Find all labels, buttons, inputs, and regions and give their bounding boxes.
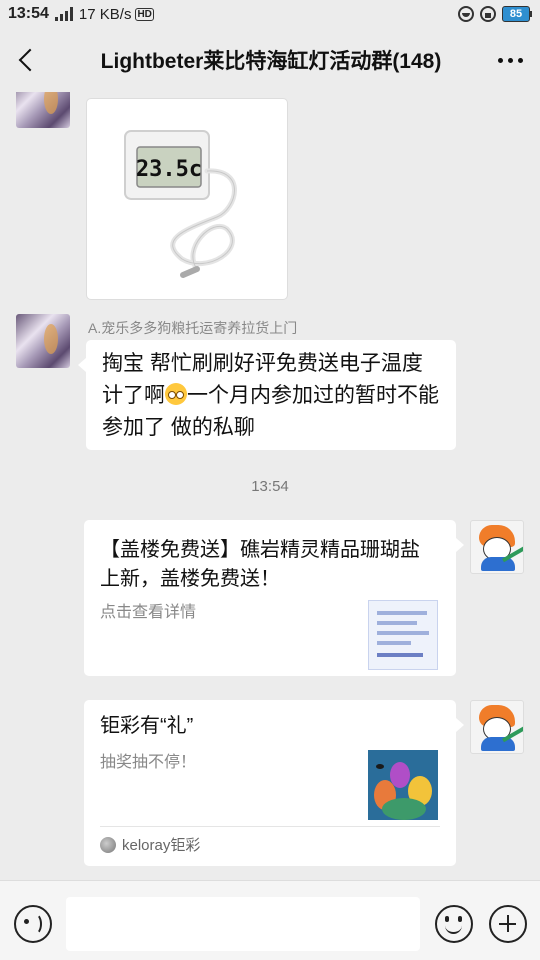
card-title: 【盖楼免费送】礁岩精灵精品珊瑚盐上新，盖楼免费送！ bbox=[100, 539, 420, 590]
message-text: 掏宝 帮忙刷刷好评免费送电子温度计了啊 一个月内参加过的暂时不能参加了 做的私聊 bbox=[102, 348, 440, 444]
flushed-face-emoji-icon bbox=[165, 383, 187, 405]
link-card[interactable]: 钜彩有“礼” 抽奖抽不停！ keloray钜彩 bbox=[84, 700, 464, 866]
input-bar bbox=[0, 880, 540, 960]
battery-icon: 85 bbox=[502, 6, 532, 22]
sender-name: A.宠乐多多狗粮托运寄养拉货上门 bbox=[88, 320, 298, 336]
card-source: keloray钜彩 bbox=[100, 834, 200, 855]
time-divider: 13:54 bbox=[251, 478, 289, 495]
avatar[interactable] bbox=[470, 520, 524, 574]
chat-title: Lightbeter莱比特海缸灯活动群(148) bbox=[100, 50, 442, 73]
emoji-button[interactable] bbox=[435, 905, 473, 943]
status-time: 13:54 bbox=[8, 5, 49, 22]
thermometer-reading: 23.5c bbox=[136, 157, 202, 182]
avatar[interactable] bbox=[470, 700, 524, 754]
do-not-disturb-icon bbox=[458, 6, 474, 22]
status-bar: 13:54 17 KB/s HD 85 bbox=[0, 0, 540, 28]
card-divider bbox=[100, 826, 440, 827]
battery-level: 85 bbox=[502, 6, 530, 22]
more-options-button[interactable] bbox=[480, 28, 540, 92]
card-description: 抽奖抽不停！ bbox=[100, 754, 197, 771]
link-card[interactable]: 【盖楼免费送】礁岩精灵精品珊瑚盐上新，盖楼免费送！ 点击查看详情 bbox=[84, 520, 464, 676]
source-app-icon bbox=[100, 836, 116, 853]
chat-header: Lightbeter莱比特海缸灯活动群(148) bbox=[0, 28, 540, 92]
message-input[interactable] bbox=[66, 897, 420, 951]
signal-icon bbox=[54, 7, 73, 21]
avatar[interactable] bbox=[16, 314, 70, 368]
card-description: 点击查看详情 bbox=[100, 604, 197, 621]
hd-badge: HD bbox=[135, 7, 154, 21]
card-thumbnail bbox=[368, 600, 438, 670]
avatar[interactable] bbox=[16, 92, 70, 128]
voice-input-button[interactable] bbox=[14, 905, 52, 943]
more-functions-button[interactable] bbox=[489, 905, 527, 943]
text-message[interactable]: 掏宝 帮忙刷刷好评免费送电子温度计了啊 一个月内参加过的暂时不能参加了 做的私聊 bbox=[78, 340, 456, 450]
chat-area[interactable]: 23.5c A.宠乐多多狗粮托运寄养拉货上门 掏宝 帮忙刷刷好评免费送电子温度计… bbox=[0, 92, 540, 880]
source-name: keloray钜彩 bbox=[122, 837, 201, 854]
image-message[interactable]: 23.5c bbox=[86, 98, 288, 300]
card-title: 钜彩有“礼” bbox=[100, 715, 194, 737]
card-thumbnail bbox=[368, 750, 438, 820]
back-button[interactable] bbox=[0, 28, 52, 92]
thermometer-image: 23.5c bbox=[124, 130, 237, 278]
rotation-lock-icon bbox=[480, 6, 496, 22]
network-speed: 17 KB/s bbox=[78, 5, 132, 23]
